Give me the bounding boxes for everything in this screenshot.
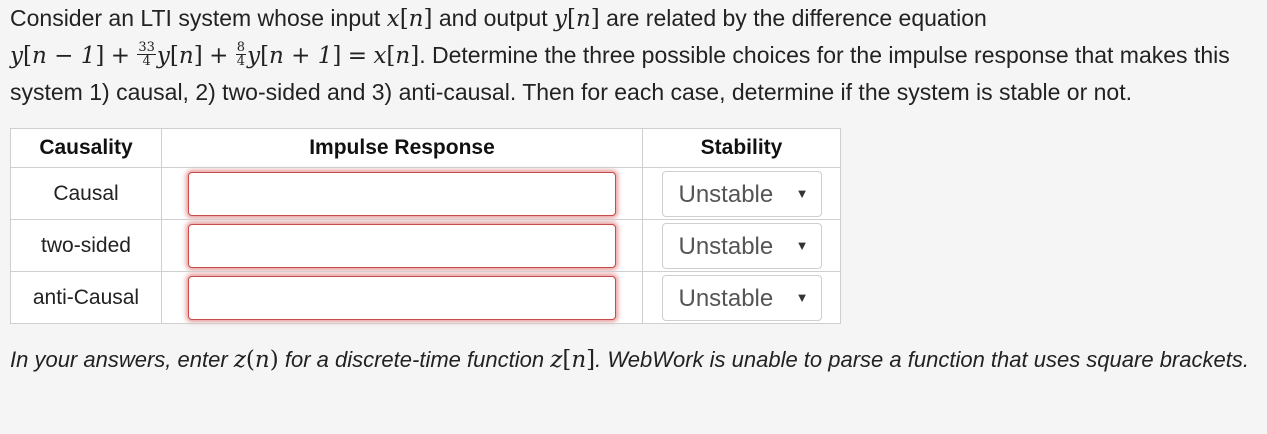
impulse-cell-causal — [161, 167, 643, 220]
problem-line-3: system 1) causal, 2) two-sided and 3) an… — [10, 79, 1132, 105]
problem-line-1: Consider an LTI system whose input x[n] … — [10, 5, 987, 32]
eq-term3-symbol: y — [247, 43, 261, 69]
dropdown-arrow-icon: ▼ — [795, 237, 809, 253]
note-part-3: . WebWork is unable to parse a function … — [595, 347, 1249, 372]
dropdown-arrow-icon: ▼ — [795, 289, 809, 305]
impulse-cell-two-sided — [161, 219, 643, 272]
dropdown-arrow-icon: ▼ — [795, 185, 809, 201]
stability-cell-causal: Unstable ▼ — [642, 167, 841, 220]
causality-cell-anti-causal: anti-Causal — [10, 271, 162, 324]
eq-rhs-symbol: x — [373, 43, 387, 69]
eq-term2-index: n — [178, 43, 194, 69]
impulse-cell-anti-causal — [161, 271, 643, 324]
table-row-causal: Causal Unstable ▼ — [10, 167, 841, 220]
note-fn-symbol-round: z — [233, 347, 246, 373]
note-fn-square-arg: n — [571, 347, 587, 373]
eq-fraction-1: 33 4 — [137, 41, 156, 68]
output-index: n — [575, 6, 591, 32]
causality-cell-causal: Causal — [10, 167, 162, 220]
eq-rhs-index: n — [395, 43, 411, 69]
stability-cell-anti-causal: Unstable ▼ — [642, 271, 841, 324]
input-index: n — [408, 6, 424, 32]
eq-frac2-numerator: 8 — [235, 40, 247, 56]
impulse-response-input-causal[interactable] — [188, 171, 616, 216]
eq-term1-symbol: y — [10, 43, 23, 69]
causality-cell-two-sided: two-sided — [10, 219, 162, 272]
stability-select-value: Unstable — [678, 232, 774, 260]
eq-fraction-2: 84 — [235, 40, 247, 70]
answer-table-container: Causality Impulse Response Stability Cau… — [10, 128, 841, 324]
stability-select-value: Unstable — [678, 284, 774, 312]
stability-select-two-sided[interactable]: Unstable ▼ — [661, 222, 822, 269]
table-header-row: Causality Impulse Response Stability — [10, 128, 841, 168]
stability-select-anti-causal[interactable]: Unstable ▼ — [661, 274, 822, 321]
answer-table: Causality Impulse Response Stability Cau… — [10, 128, 841, 324]
header-stability: Stability — [642, 128, 841, 168]
eq-term2-symbol: y — [156, 43, 170, 69]
relation-text: are related by the difference equation — [606, 5, 987, 31]
eq-plus-1: + — [110, 43, 130, 69]
stability-select-causal[interactable]: Unstable ▼ — [661, 170, 822, 217]
determine-text: . Determine the three possible choices f… — [419, 42, 1230, 68]
and-output-text: and output — [438, 5, 548, 31]
eq-term3-index: n + 1 — [269, 43, 333, 69]
problem-statement: Consider an LTI system whose input x[n] … — [10, 0, 1267, 110]
note-fn-symbol-square: z — [550, 347, 563, 373]
eq-frac1-numerator: 33 — [137, 40, 156, 56]
eq-frac2-denominator: 4 — [236, 54, 246, 70]
problem-line-2: y[n − 1] + 33 4 y[n] + 8 4 y[n + 1] = x[n]. … — [10, 40, 1230, 70]
table-row-two-sided: two-sided Unstable ▼ — [10, 219, 841, 272]
input-format-note: In your answers, enter z(n) for a discre… — [10, 347, 1249, 373]
table-row-anti-causal: anti-Causal Unstable ▼ — [10, 271, 841, 324]
input-symbol: x — [386, 6, 400, 32]
impulse-response-input-two-sided[interactable] — [188, 223, 616, 268]
note-fn-round-arg: n — [254, 347, 270, 373]
output-symbol: y — [553, 6, 567, 32]
stability-select-value: Unstable — [678, 180, 774, 208]
eq-equals: = — [347, 43, 368, 69]
note-part-1: In your answers, enter — [10, 347, 228, 372]
header-causality: Causality — [10, 128, 162, 168]
header-impulse-response: Impulse Response — [161, 128, 643, 168]
impulse-response-input-anti-causal[interactable] — [188, 275, 616, 320]
intro-text: Consider an LTI system whose input — [10, 5, 381, 31]
note-part-2: for a discrete-time function — [284, 347, 545, 372]
eq-frac1-denominator: 4 — [142, 54, 151, 70]
eq-term1-index: n − 1 — [31, 43, 96, 69]
stability-cell-two-sided: Unstable ▼ — [642, 219, 841, 272]
eq-plus-2: + — [209, 43, 229, 69]
